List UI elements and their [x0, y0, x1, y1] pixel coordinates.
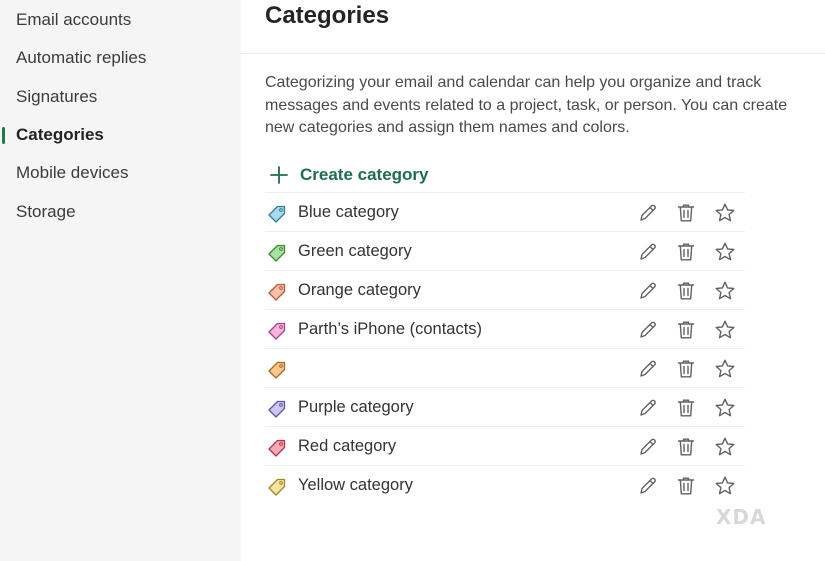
- sidebar-item-categories[interactable]: Categories: [0, 119, 241, 151]
- category-name: Yellow category: [298, 476, 413, 494]
- pencil-icon: [640, 438, 656, 455]
- category-row: Parth’s iPhone (contacts): [265, 309, 745, 348]
- delete-category-button[interactable]: [674, 396, 698, 420]
- trash-icon: [677, 282, 695, 300]
- star-icon: [715, 437, 735, 456]
- watermark-logo: XDA: [716, 505, 767, 529]
- sidebar-item-email-accounts[interactable]: Email accounts: [0, 4, 241, 36]
- create-category-label: Create category: [300, 165, 429, 184]
- edit-category-button[interactable]: [636, 201, 660, 225]
- trash-icon: [677, 438, 695, 456]
- star-icon: [715, 320, 735, 339]
- favorite-category-button[interactable]: [713, 318, 737, 342]
- category-name: Green category: [298, 242, 412, 260]
- edit-category-button[interactable]: [636, 396, 660, 420]
- edit-category-button[interactable]: [636, 240, 660, 264]
- title-divider: [241, 53, 825, 54]
- categories-panel: Categories Categorizing your email and c…: [241, 0, 825, 561]
- category-row: Red category: [265, 426, 745, 465]
- edit-category-button[interactable]: [636, 435, 660, 459]
- tag-icon: [268, 244, 286, 262]
- tag-icon: [268, 478, 286, 496]
- star-icon: [715, 476, 735, 495]
- sidebar-item-storage[interactable]: Storage: [0, 196, 241, 228]
- category-name: Blue category: [298, 203, 399, 221]
- trash-icon: [677, 243, 695, 261]
- favorite-category-button[interactable]: [713, 240, 737, 264]
- favorite-category-button[interactable]: [713, 396, 737, 420]
- category-row: Yellow category: [265, 465, 745, 504]
- sidebar-item-signatures[interactable]: Signatures: [0, 81, 241, 113]
- category-row: Green category: [265, 231, 745, 270]
- plus-icon: [270, 166, 288, 184]
- favorite-category-button[interactable]: [713, 435, 737, 459]
- tag-icon: [268, 205, 286, 223]
- pencil-icon: [640, 282, 656, 299]
- pencil-icon: [640, 399, 656, 416]
- pencil-icon: [640, 204, 656, 221]
- sidebar-item-automatic-replies[interactable]: Automatic replies: [0, 42, 241, 74]
- star-icon: [715, 398, 735, 417]
- page-title: Categories: [265, 2, 390, 29]
- trash-icon: [677, 204, 695, 222]
- edit-category-button[interactable]: [636, 318, 660, 342]
- delete-category-button[interactable]: [674, 240, 698, 264]
- delete-category-button[interactable]: [674, 279, 698, 303]
- category-row: [265, 348, 745, 387]
- category-row: Blue category: [265, 192, 745, 231]
- favorite-category-button[interactable]: [713, 474, 737, 498]
- tag-icon: [268, 361, 286, 379]
- sidebar-item-mobile-devices[interactable]: Mobile devices: [0, 157, 241, 189]
- favorite-category-button[interactable]: [713, 279, 737, 303]
- star-icon: [715, 281, 735, 300]
- category-name: Purple category: [298, 398, 414, 416]
- trash-icon: [677, 399, 695, 417]
- pencil-icon: [640, 321, 656, 338]
- favorite-category-button[interactable]: [713, 357, 737, 381]
- favorite-category-button[interactable]: [713, 201, 737, 225]
- category-name: Orange category: [298, 281, 421, 299]
- star-icon: [715, 359, 735, 378]
- settings-sidebar: Email accounts Automatic replies Signatu…: [0, 0, 241, 561]
- star-icon: [715, 203, 735, 222]
- delete-category-button[interactable]: [674, 201, 698, 225]
- edit-category-button[interactable]: [636, 474, 660, 498]
- categories-description: Categorizing your email and calendar can…: [265, 74, 788, 136]
- category-row: Purple category: [265, 387, 745, 426]
- tag-icon: [268, 283, 286, 301]
- trash-icon: [677, 477, 695, 495]
- trash-icon: [677, 360, 695, 378]
- category-name: Red category: [298, 437, 397, 455]
- edit-category-button[interactable]: [636, 357, 660, 381]
- trash-icon: [677, 321, 695, 339]
- delete-category-button[interactable]: [674, 357, 698, 381]
- category-name: Parth’s iPhone (contacts): [298, 320, 483, 338]
- tag-icon: [268, 400, 286, 418]
- create-category-button[interactable]: Create category: [269, 162, 429, 188]
- edit-category-button[interactable]: [636, 279, 660, 303]
- star-icon: [715, 242, 735, 261]
- pencil-icon: [640, 243, 656, 260]
- delete-category-button[interactable]: [674, 435, 698, 459]
- delete-category-button[interactable]: [674, 474, 698, 498]
- pencil-icon: [640, 360, 656, 377]
- delete-category-button[interactable]: [674, 318, 698, 342]
- tag-icon: [268, 322, 286, 340]
- category-row: Orange category: [265, 270, 745, 309]
- pencil-icon: [640, 477, 656, 494]
- category-list: Blue category Green category Orange cate…: [265, 192, 745, 504]
- tag-icon: [268, 439, 286, 457]
